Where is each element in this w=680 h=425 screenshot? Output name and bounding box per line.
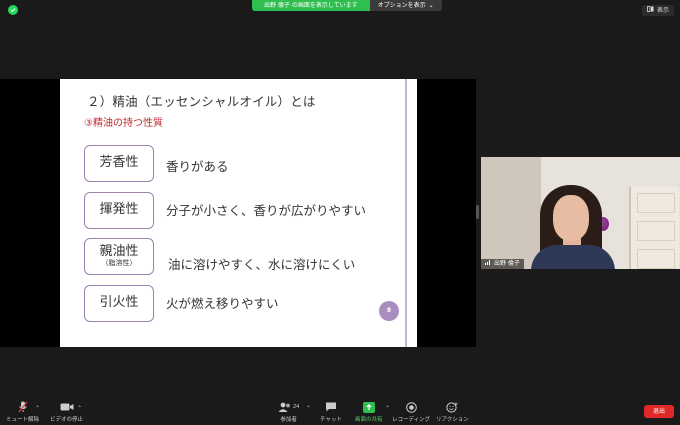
term-box: 揮発性 — [84, 192, 154, 229]
participant-face — [553, 195, 589, 241]
page-number-badge: 8 — [379, 301, 399, 321]
smiley-plus-icon — [446, 401, 458, 413]
term-description: 油に溶けやすく、水に溶けにくい — [168, 257, 356, 272]
term-description: 火が燃え移りやすい — [166, 296, 279, 311]
participant-name-tag: 出野 倫子 — [481, 259, 524, 269]
chevron-up-icon[interactable]: ⌃ — [385, 405, 390, 412]
participants-label: 参加者 — [280, 417, 297, 423]
reactions-button[interactable]: リアクション — [436, 401, 469, 423]
term-box: 親油性 （脂溶性） — [84, 238, 154, 275]
slide-divider — [405, 79, 407, 347]
term-label: 引火性 — [99, 295, 139, 311]
security-shield-icon[interactable] — [8, 5, 18, 15]
slide-subtitle: ③精油の持つ性質 — [84, 118, 163, 129]
presentation-slide: ２）精油（エッセンシャルオイル）とは ③精油の持つ性質 芳香性 香りがある 揮発… — [60, 79, 417, 347]
unmute-label: ミュート解除 — [6, 417, 40, 423]
record-button[interactable]: レコーディング — [392, 401, 430, 423]
zoom-meeting-window: 出野 倫子 の画面を表示しています オプションを表示 ⌄ 表示 ２）精油（エッセ… — [0, 0, 680, 425]
term-label: 揮発性 — [99, 202, 139, 218]
view-layout-button[interactable]: 表示 — [641, 5, 674, 16]
participant-name: 出野 倫子 — [494, 260, 520, 267]
signal-icon — [485, 259, 491, 269]
share-screen-label: 画面の共有 — [355, 417, 383, 423]
term-box: 引火性 — [84, 285, 154, 322]
view-label: 表示 — [656, 7, 669, 14]
stop-video-label: ビデオの停止 — [50, 417, 84, 423]
reactions-label: リアクション — [436, 417, 469, 423]
chevron-up-icon[interactable]: ⌃ — [306, 405, 311, 412]
participants-count: 24 — [293, 404, 300, 410]
record-icon — [405, 401, 417, 413]
term-description: 香りがある — [166, 159, 229, 174]
shared-screen: ２）精油（エッセンシャルオイル）とは ③精油の持つ性質 芳香性 香りがある 揮発… — [0, 79, 476, 347]
chevron-up-icon[interactable]: ⌃ — [77, 405, 82, 412]
participants-icon: 24 — [278, 401, 299, 413]
chevron-down-icon: ⌄ — [428, 2, 434, 9]
term-label: 芳香性 — [99, 155, 139, 171]
share-banner-text: 出野 倫子 の画面を表示しています — [252, 0, 370, 11]
participants-button[interactable]: 24 参加者 — [278, 401, 299, 423]
panel-resize-handle[interactable] — [476, 205, 479, 219]
video-door — [629, 187, 679, 269]
microphone-muted-icon — [18, 401, 28, 413]
leave-meeting-button[interactable]: 退出 — [644, 405, 674, 418]
screen-share-banner: 出野 倫子 の画面を表示しています オプションを表示 ⌄ — [252, 0, 442, 11]
participant-video-tile[interactable]: 出野 倫子 — [481, 157, 680, 269]
record-label: レコーディング — [392, 417, 431, 423]
participant-body — [531, 245, 615, 269]
view-options-label: オプションを表示 — [377, 2, 426, 9]
chat-label: チャット — [320, 417, 342, 423]
chat-bubble-icon — [325, 401, 337, 413]
meeting-toolbar: ミュート解除 ⌃ ビデオの停止 ⌃ 24 参加者 ⌃ チャット 画面の共有 ⌃ … — [0, 398, 680, 425]
chevron-up-icon[interactable]: ⌃ — [35, 405, 40, 412]
term-note: （脂溶性） — [101, 259, 137, 268]
term-label: 親油性 — [99, 244, 139, 260]
share-screen-icon — [362, 401, 375, 413]
view-options-button[interactable]: オプションを表示 ⌄ — [369, 0, 442, 11]
term-box: 芳香性 — [84, 145, 154, 182]
grid-icon — [647, 5, 654, 16]
video-camera-icon — [60, 401, 74, 413]
video-background — [481, 157, 541, 269]
term-description: 分子が小さく、香りが広がりやすい — [166, 203, 367, 218]
slide-title: ２）精油（エッセンシャルオイル）とは — [87, 94, 316, 109]
share-screen-button[interactable]: 画面の共有 — [355, 401, 383, 423]
chat-button[interactable]: チャット — [320, 401, 342, 423]
